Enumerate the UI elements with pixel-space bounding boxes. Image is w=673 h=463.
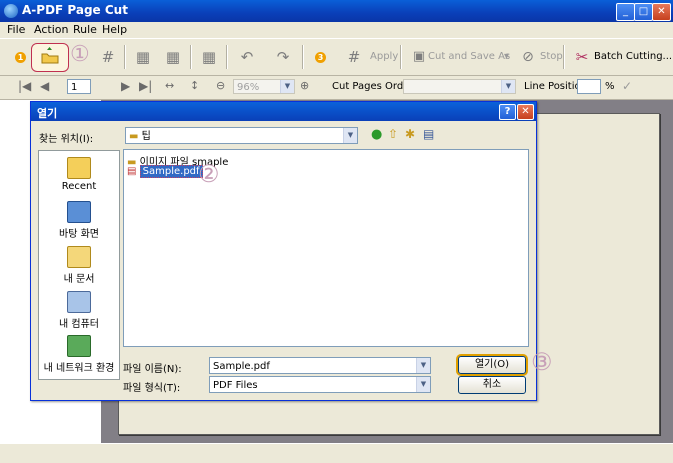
zoom-value: 96% [237,82,260,93]
step-badge-apply: 3 [315,52,326,63]
place-documents[interactable]: 내 문서 [39,246,119,285]
recent-folder-icon [67,157,91,179]
network-icon [67,335,91,357]
filename-value: Sample.pdf [213,361,270,372]
new-folder-icon[interactable]: ✱ [405,127,415,141]
zoom-select[interactable]: 96% ▼ [233,79,295,94]
pdf-file-icon: ▤ [127,166,137,177]
annotation-step-2: ② [198,160,220,188]
look-in-value: 팁 [141,131,151,142]
fit-width-icon[interactable]: ↔ [165,79,174,92]
my-documents-icon [67,246,91,268]
batch-cutting-button[interactable]: Batch Cutting... [594,51,672,62]
annotation-step-3: ③ [531,348,553,376]
place-desktop[interactable]: 바탕 화면 [39,201,119,240]
my-computer-icon [67,291,91,313]
window-titlebar: A-PDF Page Cut _ □ ✕ [0,0,673,22]
place-desktop-label: 바탕 화면 [59,229,99,240]
menu-action[interactable]: Action [34,23,68,36]
dialog-help-button[interactable]: ? [499,104,516,120]
apply-button[interactable]: Apply [370,51,398,62]
look-in-select[interactable]: ▬ 팁 ▼ [125,127,358,144]
open-folder-icon [41,47,59,64]
step-badge-open: 1 [15,52,26,63]
filetype-select[interactable]: PDF Files ▼ [209,376,431,393]
status-bar [0,443,673,463]
cut-horizontal-icon[interactable]: ▦ [130,45,156,69]
places-bar: Recent 바탕 화면 내 문서 내 컴퓨터 내 네트워크 환경 [38,150,120,380]
stop-button[interactable]: Stop [540,51,563,62]
chevron-down-icon: ▼ [416,358,430,373]
undo-icon[interactable]: ↶ [234,45,260,69]
open-file-dialog: 열기 ? ✕ 찾는 위치(I): ▬ 팁 ▼ ● ⇧ ✱ ▤ Recent 바탕… [30,101,553,401]
apply-icon: # [347,48,361,66]
menu-rule[interactable]: Rule [73,23,97,36]
back-icon[interactable]: ● [371,127,382,142]
zoom-in-icon[interactable]: ⊕ [300,79,309,92]
filename-label: 파일 이름(N): [123,364,182,375]
filetype-label: 파일 형식(T): [123,383,181,394]
up-folder-icon[interactable]: ⇧ [388,127,398,141]
last-page-icon[interactable]: ▶| [139,79,152,93]
grid-icon[interactable]: # [95,45,121,69]
desktop-icon [67,201,91,223]
check-icon[interactable]: ✓ [622,79,632,93]
view-menu-icon[interactable]: ▤ [423,127,434,141]
prev-page-icon[interactable]: ◀ [40,79,49,93]
menu-help[interactable]: Help [102,23,127,36]
app-icon [4,4,18,18]
annotation-step-1: ① [70,42,90,67]
cut-save-as-button[interactable]: Cut and Save As [428,51,510,62]
dialog-titlebar: 열기 ? ✕ [31,102,536,121]
minimize-button[interactable]: _ [616,3,635,21]
place-computer[interactable]: 내 컴퓨터 [39,291,119,330]
place-recent-label: Recent [61,181,97,192]
menu-bar: File Action Rule Help [0,22,673,38]
chevron-down-icon: ▼ [501,80,515,93]
file-list: ▬ 이미지 파일 smaple ▤ Sample.pdf ② [123,149,529,347]
maximize-button[interactable]: □ [634,3,653,21]
chevron-down-icon: ▼ [416,377,430,392]
zoom-out-icon[interactable]: ⊖ [216,79,225,92]
batch-cut-icon: ✂ [575,48,589,66]
cut-pages-order-select[interactable]: ▼ [403,79,516,94]
place-documents-label: 내 문서 [63,274,95,285]
look-in-label: 찾는 위치(I): [39,134,94,145]
open-button[interactable]: 열기(O) [458,356,526,374]
place-recent[interactable]: Recent [39,157,119,192]
stop-icon: ⊘ [522,49,534,65]
close-button[interactable]: ✕ [652,3,671,21]
cancel-button[interactable]: 취소 [458,376,526,394]
fit-height-icon[interactable]: ↕ [190,79,199,92]
dialog-close-button[interactable]: ✕ [517,104,534,120]
filename-input[interactable]: Sample.pdf ▼ [209,357,431,374]
dialog-title: 열기 [37,107,58,120]
file-name: Sample.pdf [139,165,203,178]
line-position-input[interactable] [577,79,601,94]
chevron-down-icon: ▼ [343,128,357,143]
place-computer-label: 내 컴퓨터 [59,319,99,330]
percent-label: % [605,81,615,92]
filetype-value: PDF Files [213,380,258,391]
redo-icon[interactable]: ↷ [270,45,296,69]
window-title: A-PDF Page Cut [22,3,128,17]
open-file-button[interactable] [31,43,69,72]
page-number-input[interactable]: 1 [67,79,91,94]
cut-vertical-icon[interactable]: ▦ [160,45,186,69]
chevron-down-icon: ▼ [280,80,294,93]
menu-file[interactable]: File [7,23,25,36]
navigation-toolbar: |◀ ◀ 1 ▶ ▶| ↔ ↕ ⊖ 96% ▼ ⊕ Cut Pages Orde… [0,75,673,100]
dropdown-arrow-icon[interactable]: ▾ [504,51,509,62]
list-item[interactable]: ▤ Sample.pdf [127,165,203,178]
main-toolbar: 1 ① # ▦ ▦ ▦ ↶ ↷ 3 # Apply ▣ Cut and Save… [0,38,673,76]
first-page-icon[interactable]: |◀ [18,79,31,93]
place-network-label: 내 네트워크 환경 [43,363,115,374]
place-network[interactable]: 내 네트워크 환경 [39,335,119,374]
folder-icon: ▬ [129,131,139,142]
next-page-icon[interactable]: ▶ [121,79,130,93]
remove-lines-icon[interactable]: ▦ [196,45,222,69]
